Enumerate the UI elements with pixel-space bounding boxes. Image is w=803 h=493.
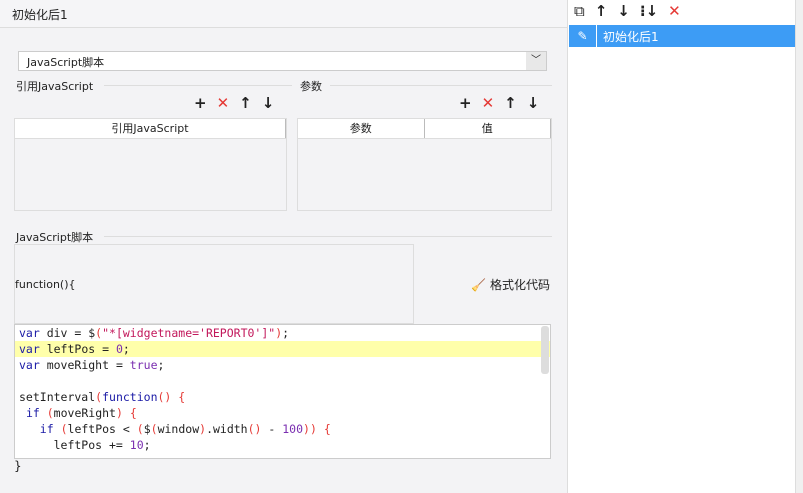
move-up-icon[interactable]: ↑ xyxy=(239,94,252,112)
add-icon[interactable]: + xyxy=(459,94,472,112)
params-table[interactable]: 参数值 xyxy=(297,118,552,211)
function-prefix-text: function(){ xyxy=(15,278,76,291)
move-up-icon[interactable]: ↑ xyxy=(595,2,608,20)
format-code-button[interactable]: 🧹 格式化代码 xyxy=(471,276,550,293)
event-editor-panel: 初始化后1 JavaScript脚本 ﹀ 引用JavaScript 参数 + ✕ ↑ ↓… xyxy=(0,0,567,493)
panel-title: 初始化后1 xyxy=(0,0,567,28)
function-suffix: } xyxy=(14,459,22,473)
chevron-down-icon: ﹀ xyxy=(526,52,546,70)
column-header: 引用JavaScript xyxy=(15,119,286,138)
move-down-icon[interactable]: ↓ xyxy=(617,2,630,20)
format-code-label: 格式化代码 xyxy=(489,278,550,292)
window-scrollbar[interactable] xyxy=(796,0,803,493)
delete-icon[interactable]: ✕ xyxy=(482,94,495,112)
event-list-item[interactable]: ✎ 初始化后1 xyxy=(569,25,795,47)
ref-js-label: 引用JavaScript xyxy=(16,80,94,93)
event-list-panel: ⧉ ↑ ↓ ⁝↓ ✕ ✎ 初始化后1 xyxy=(567,0,796,493)
params-label: 参数 xyxy=(300,80,322,93)
column-header: 参数 xyxy=(298,119,425,138)
ref-js-table[interactable]: 引用JavaScript xyxy=(14,118,287,211)
select-value: JavaScript脚本 xyxy=(27,56,105,69)
broom-icon: 🧹 xyxy=(471,277,486,292)
move-bottom-icon[interactable]: ⁝↓ xyxy=(640,2,658,20)
move-up-icon[interactable]: ↑ xyxy=(504,94,517,112)
delete-icon[interactable]: ✕ xyxy=(668,2,681,20)
move-down-icon[interactable]: ↓ xyxy=(262,94,275,112)
script-type-select[interactable]: JavaScript脚本 ﹀ xyxy=(18,51,547,71)
add-icon[interactable]: + xyxy=(194,94,207,112)
script-label: JavaScript脚本 xyxy=(16,231,94,244)
column-header: 值 xyxy=(425,119,551,138)
delete-icon[interactable]: ✕ xyxy=(217,94,230,112)
copy-icon[interactable]: ⧉ xyxy=(574,2,585,20)
code-editor[interactable]: var div = $("*[widgetname='REPORT0']"); … xyxy=(14,324,551,459)
event-item-label: 初始化后1 xyxy=(603,29,659,44)
pencil-icon: ✎ xyxy=(569,25,597,47)
code-scrollbar[interactable] xyxy=(541,326,549,374)
move-down-icon[interactable]: ↓ xyxy=(527,94,540,112)
function-prefix: function(){ xyxy=(14,244,414,324)
